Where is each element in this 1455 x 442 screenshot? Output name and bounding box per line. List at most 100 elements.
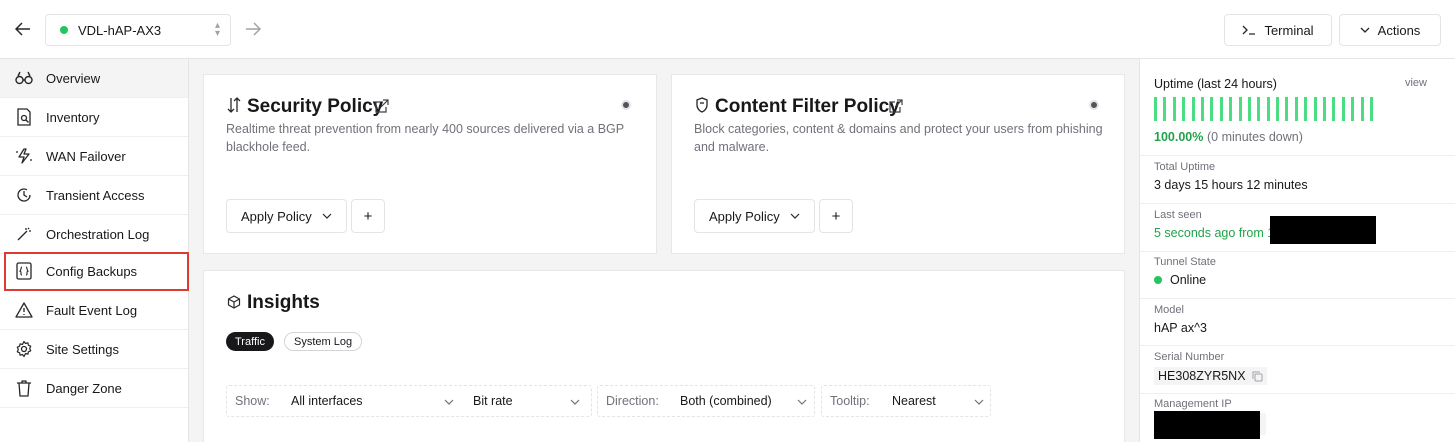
shield-icon xyxy=(696,97,708,113)
terminal-prompt-icon xyxy=(1242,25,1256,35)
show-filter: Show: All interfaces Bit rate xyxy=(226,385,592,417)
total-uptime-section: Total Uptime 3 days 15 hours 12 minutes xyxy=(1154,161,1442,192)
divider xyxy=(1140,203,1455,204)
tooltip-filter[interactable]: Tooltip: Nearest xyxy=(821,385,991,417)
tunnel-state-label: Tunnel State xyxy=(1154,256,1216,268)
chevron-down-icon xyxy=(1360,27,1370,33)
sidebar-item-danger-zone[interactable]: Danger Zone xyxy=(0,369,188,408)
divider xyxy=(1140,298,1455,299)
uptime-bar xyxy=(1172,97,1176,121)
redacted-block xyxy=(1154,411,1260,439)
uptime-bar xyxy=(1247,97,1251,121)
sidebar-item-label: Fault Event Log xyxy=(46,302,138,318)
uptime-bar xyxy=(1360,97,1364,121)
terminal-button[interactable]: Terminal xyxy=(1224,14,1332,46)
direction-filter[interactable]: Direction: Both (combined) xyxy=(597,385,815,417)
back-arrow-button[interactable] xyxy=(12,18,34,40)
apply-policy-label: Apply Policy xyxy=(241,208,312,224)
policy-status-dot xyxy=(621,100,631,110)
sidebar-item-overview[interactable]: Overview xyxy=(0,59,188,98)
sidebar-item-label: Orchestration Log xyxy=(46,226,150,242)
apply-policy-label: Apply Policy xyxy=(709,208,780,224)
sort-arrows-icon xyxy=(227,97,241,113)
apply-policy-button[interactable]: Apply Policy xyxy=(694,199,815,233)
uptime-bar xyxy=(1294,97,1298,121)
rate-select[interactable]: Bit rate xyxy=(473,394,513,408)
interface-select[interactable]: All interfaces xyxy=(291,394,363,408)
device-details-panel: Uptime (last 24 hours) view 100.00% (0 m… xyxy=(1139,59,1455,442)
sidebar-item-site-settings[interactable]: Site Settings xyxy=(0,330,188,369)
uptime-bar xyxy=(1257,97,1261,121)
document-search-icon xyxy=(14,107,34,127)
serial-label: Serial Number xyxy=(1154,351,1225,363)
arrow-left-icon xyxy=(15,22,30,36)
show-label: Show: xyxy=(235,394,270,408)
uptime-bar xyxy=(1163,97,1167,121)
online-status-dot xyxy=(60,26,68,34)
trash-icon xyxy=(14,378,34,398)
policy-status-dot xyxy=(1089,100,1099,110)
sidebar-item-fault-event-log[interactable]: Fault Event Log xyxy=(0,291,188,330)
device-selector[interactable]: VDL-hAP-AX3 ▴ ▾ xyxy=(45,14,231,46)
tunnel-state-value: Online xyxy=(1170,273,1207,287)
tab-traffic[interactable]: Traffic xyxy=(226,332,274,351)
uptime-bar xyxy=(1191,97,1195,121)
uptime-percentage: 100.00% xyxy=(1154,130,1204,144)
top-bar: VDL-hAP-AX3 ▴ ▾ Terminal Actions xyxy=(0,0,1455,59)
serial-section: Serial Number HE308ZYR5NX xyxy=(1154,351,1442,385)
magic-wand-icon xyxy=(14,224,34,244)
sidebar-item-label: Config Backups xyxy=(46,263,138,279)
uptime-bar xyxy=(1369,97,1373,121)
uptime-summary: 100.00% (0 minutes down) xyxy=(1154,129,1442,144)
uptime-bar xyxy=(1229,97,1233,121)
uptime-bar-chart xyxy=(1154,97,1373,121)
uptime-bar xyxy=(1266,97,1270,121)
sidebar-item-label: Site Settings xyxy=(46,341,119,357)
divider xyxy=(1140,393,1455,394)
sidebar-item-label: Overview xyxy=(46,70,101,86)
view-uptime-link[interactable]: view xyxy=(1405,77,1427,89)
uptime-bar xyxy=(1304,97,1308,121)
uptime-bar xyxy=(1332,97,1336,121)
forward-arrow-button[interactable] xyxy=(242,18,264,40)
uptime-bar xyxy=(1276,97,1280,121)
external-link-icon[interactable] xyxy=(375,99,389,113)
uptime-bar xyxy=(1238,97,1242,121)
add-policy-button[interactable]: + xyxy=(351,199,385,233)
actions-button[interactable]: Actions xyxy=(1339,14,1441,46)
insights-card: Insights Traffic System Log Show: All in… xyxy=(203,270,1125,442)
model-value: hAP ax^3 xyxy=(1154,321,1207,335)
sidebar-item-inventory[interactable]: Inventory xyxy=(0,98,188,137)
add-policy-button[interactable]: + xyxy=(819,199,853,233)
copy-icon[interactable] xyxy=(1252,371,1263,382)
redacted-block xyxy=(1270,216,1376,244)
sidebar-item-wan-failover[interactable]: WAN Failover xyxy=(0,137,188,176)
direction-value: Both (combined) xyxy=(680,394,772,408)
zap-failover-icon xyxy=(14,146,34,166)
uptime-bar xyxy=(1313,97,1317,121)
chevron-down-icon xyxy=(974,399,984,405)
security-policy-card: Security Policy Realtime threat preventi… xyxy=(203,74,657,254)
gear-icon xyxy=(14,339,34,359)
warning-triangle-icon xyxy=(14,300,34,320)
apply-policy-button[interactable]: Apply Policy xyxy=(226,199,347,233)
uptime-bar xyxy=(1341,97,1345,121)
sidebar-item-orchestration-log[interactable]: Orchestration Log xyxy=(0,215,188,254)
tunnel-state-row: Online xyxy=(1154,273,1442,287)
uptime-title: Uptime (last 24 hours) xyxy=(1154,77,1277,91)
tab-system-log[interactable]: System Log xyxy=(284,332,363,351)
uptime-bar xyxy=(1323,97,1327,121)
model-label: Model xyxy=(1154,304,1184,316)
uptime-bar xyxy=(1182,97,1186,121)
sidebar-item-config-backups[interactable]: Config Backups xyxy=(4,252,189,291)
external-link-icon[interactable] xyxy=(889,99,903,113)
uptime-bar xyxy=(1154,97,1157,121)
terminal-label: Terminal xyxy=(1264,22,1314,38)
sidebar-item-transient-access[interactable]: Transient Access xyxy=(0,176,188,215)
sidebar-item-label: Inventory xyxy=(46,109,100,125)
divider xyxy=(1140,251,1455,252)
model-section: Model hAP ax^3 xyxy=(1154,304,1442,335)
clock-access-icon xyxy=(14,185,34,205)
management-ip-label: Management IP xyxy=(1154,398,1232,410)
tooltip-label: Tooltip: xyxy=(830,394,870,408)
